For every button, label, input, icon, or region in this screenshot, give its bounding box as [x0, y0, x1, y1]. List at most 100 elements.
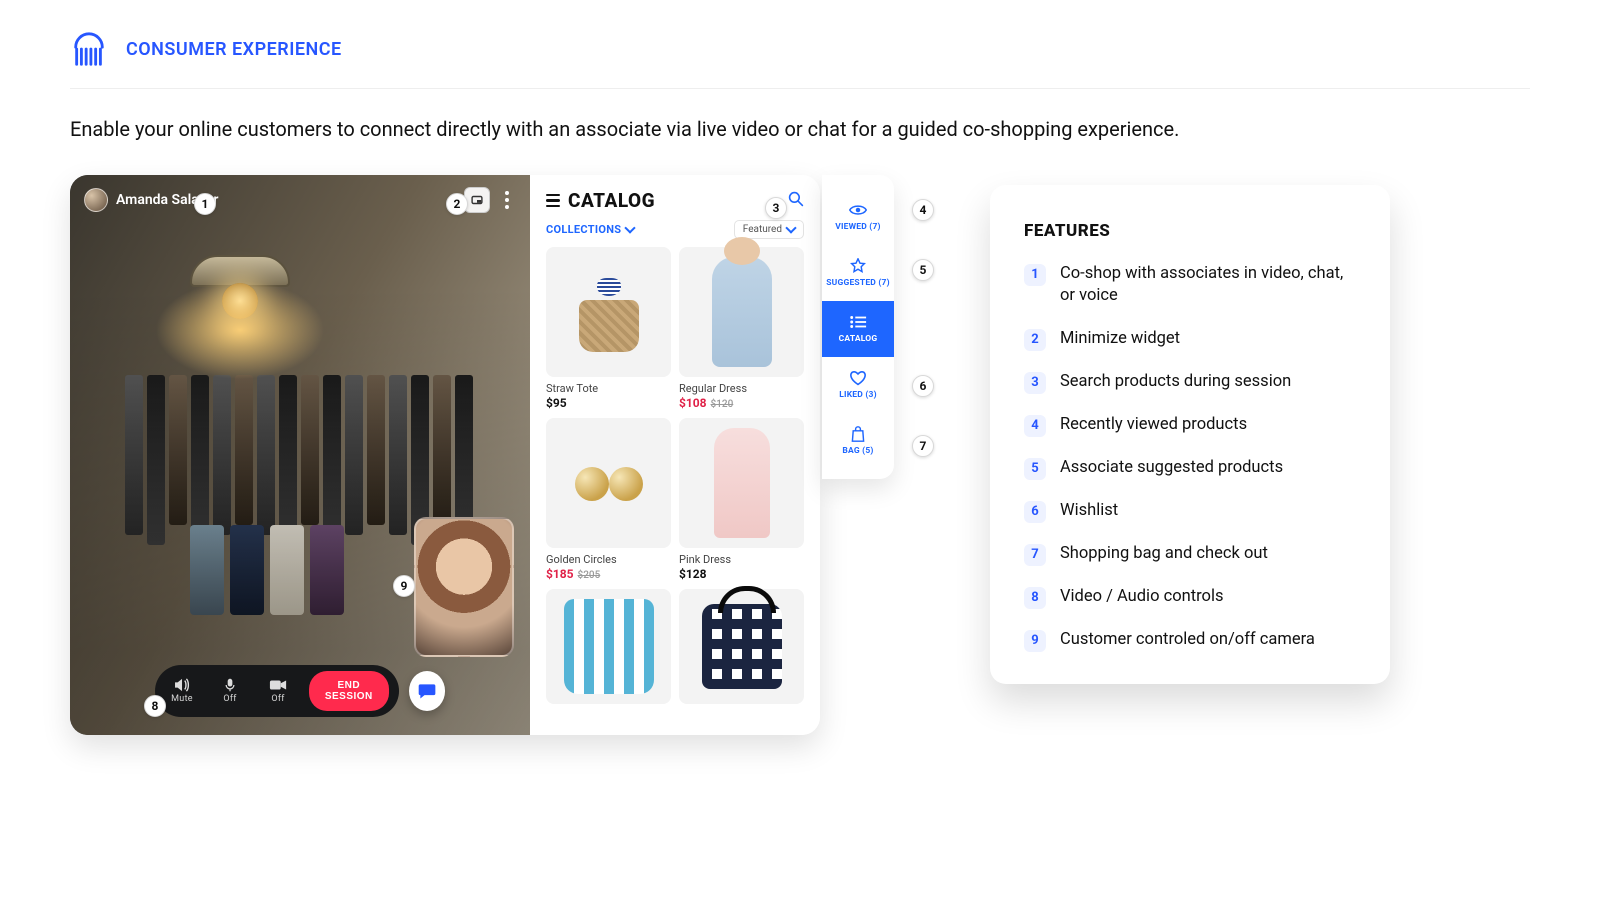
page-header: CONSUMER EXPERIENCE: [70, 30, 1530, 89]
feature-item: 7Shopping bag and check out: [1024, 543, 1356, 566]
sort-label: Featured: [743, 224, 782, 235]
annotation-badge-5: 5: [912, 259, 934, 281]
product-price: $108$120: [679, 396, 804, 410]
intro-text: Enable your online customers to connect …: [70, 117, 1530, 141]
video-pane: Amanda Salazar: [70, 175, 530, 735]
feature-item: 6 Wishlist: [1024, 500, 1356, 523]
annotation-badge-9: 9: [393, 575, 415, 597]
page-title: CONSUMER EXPERIENCE: [126, 39, 342, 60]
product-price: $185$205: [546, 567, 671, 581]
features-title: FEATURES: [1024, 221, 1356, 241]
feature-text: Associate suggested products: [1060, 457, 1283, 479]
annotation-badge-4: 4: [912, 199, 934, 221]
product-name: Golden Circles: [546, 553, 671, 566]
collections-dropdown[interactable]: COLLECTIONS: [546, 223, 634, 236]
mute-button[interactable]: Mute: [165, 678, 199, 704]
annotation-badge-2: 2: [446, 193, 468, 215]
end-session-button[interactable]: END SESSION: [309, 671, 389, 711]
search-button[interactable]: [788, 191, 804, 211]
product-price: $95: [546, 396, 671, 410]
product-card[interactable]: Regular Dress $108$120: [679, 247, 804, 410]
video-controls: Mute Off Off END SESSION: [155, 665, 445, 717]
annotation-badge-1: 1: [194, 193, 216, 215]
chevron-down-icon: [785, 222, 796, 233]
feature-text: Recently viewed products: [1060, 414, 1247, 436]
menu-icon: [546, 194, 560, 207]
heart-icon: [849, 370, 867, 386]
product-name: Straw Tote: [546, 382, 671, 395]
avatar: [84, 188, 108, 212]
annotation-badge-3: 3: [765, 197, 787, 219]
feature-item: 9 Customer controled on/off camera: [1024, 629, 1356, 652]
side-rail: VIEWED (7) SUGGESTED (7) CATALOG LIKED (…: [822, 175, 894, 479]
catalog-title-text: CATALOG: [568, 189, 655, 212]
bag-icon: [849, 426, 867, 442]
rail-label: BAG (5): [842, 446, 873, 456]
collections-label: COLLECTIONS: [546, 223, 621, 236]
feature-item: 5 Associate suggested products: [1024, 457, 1356, 480]
self-camera-thumbnail[interactable]: [414, 517, 514, 657]
feature-text: Video / Audio controls: [1060, 586, 1224, 608]
feature-number: 6: [1024, 501, 1046, 523]
feature-text: Shopping bag and check out: [1060, 543, 1268, 565]
chat-button[interactable]: [409, 671, 445, 711]
brand-logo-icon: [70, 30, 108, 68]
annotation-badge-6: 6: [912, 375, 934, 397]
camera-button[interactable]: Off: [261, 678, 295, 704]
feature-number: 9: [1024, 630, 1046, 652]
app-screenshot: Amanda Salazar: [70, 175, 930, 745]
feature-number: 2: [1024, 329, 1046, 351]
rail-catalog[interactable]: CATALOG: [822, 301, 894, 357]
feature-text: Minimize widget: [1060, 328, 1180, 350]
feature-item: 3 Search products during session: [1024, 371, 1356, 394]
feature-item: 2 Minimize widget: [1024, 328, 1356, 351]
rail-suggested[interactable]: SUGGESTED (7): [822, 245, 894, 301]
minimize-widget-button[interactable]: [464, 187, 490, 213]
catalog-title: CATALOG: [546, 189, 655, 212]
feature-number: 5: [1024, 458, 1046, 480]
features-card: FEATURES 1 Co-shop with associates in vid…: [990, 185, 1390, 684]
rail-liked[interactable]: LIKED (3): [822, 357, 894, 413]
rail-label: VIEWED (7): [835, 222, 881, 232]
feature-item: 8 Video / Audio controls: [1024, 586, 1356, 609]
feature-number: 8: [1024, 587, 1046, 609]
feature-text: Customer controled on/off camera: [1060, 629, 1315, 651]
catalog-panel: CATALOG COLLECTIONS Featured: [530, 175, 820, 735]
microphone-button[interactable]: Off: [213, 678, 247, 704]
feature-number: 4: [1024, 415, 1046, 437]
annotation-badge-7: 7: [912, 435, 934, 457]
features-list: 1 Co-shop with associates in video, chat,…: [1024, 263, 1356, 652]
product-card[interactable]: Golden Circles $185$205: [546, 418, 671, 581]
rail-viewed[interactable]: VIEWED (7): [822, 189, 894, 245]
microphone-icon: [221, 678, 239, 692]
feature-text: Search products during session: [1060, 371, 1291, 393]
eye-icon: [849, 202, 867, 218]
product-name: Pink Dress: [679, 553, 804, 566]
video-state: Off: [271, 694, 284, 704]
feature-text: Wishlist: [1060, 500, 1118, 522]
product-card[interactable]: [546, 589, 671, 704]
feature-number: 3: [1024, 372, 1046, 394]
star-icon: [849, 258, 867, 274]
product-card[interactable]: [679, 589, 804, 704]
product-name: Regular Dress: [679, 382, 804, 395]
rail-label: CATALOG: [839, 334, 878, 344]
product-card[interactable]: Straw Tote $95: [546, 247, 671, 410]
camera-icon: [269, 678, 287, 692]
feature-number: 1: [1024, 264, 1046, 286]
product-price: $128: [679, 567, 804, 581]
speaker-icon: [173, 678, 191, 692]
rail-label: SUGGESTED (7): [826, 278, 890, 288]
feature-item: 4 Recently viewed products: [1024, 414, 1356, 437]
annotation-badge-8: 8: [144, 695, 166, 717]
list-icon: [849, 314, 867, 330]
rail-label: LIKED (3): [839, 390, 877, 400]
chevron-down-icon: [625, 222, 636, 233]
product-card[interactable]: Pink Dress $128: [679, 418, 804, 581]
rail-bag[interactable]: BAG (5): [822, 413, 894, 469]
feature-item: 1 Co-shop with associates in video, chat,…: [1024, 263, 1356, 308]
mute-label: Mute: [171, 694, 193, 704]
more-menu-button[interactable]: [498, 187, 516, 213]
feature-text: Co-shop with associates in video, chat, …: [1060, 263, 1356, 308]
mic-state: Off: [223, 694, 236, 704]
